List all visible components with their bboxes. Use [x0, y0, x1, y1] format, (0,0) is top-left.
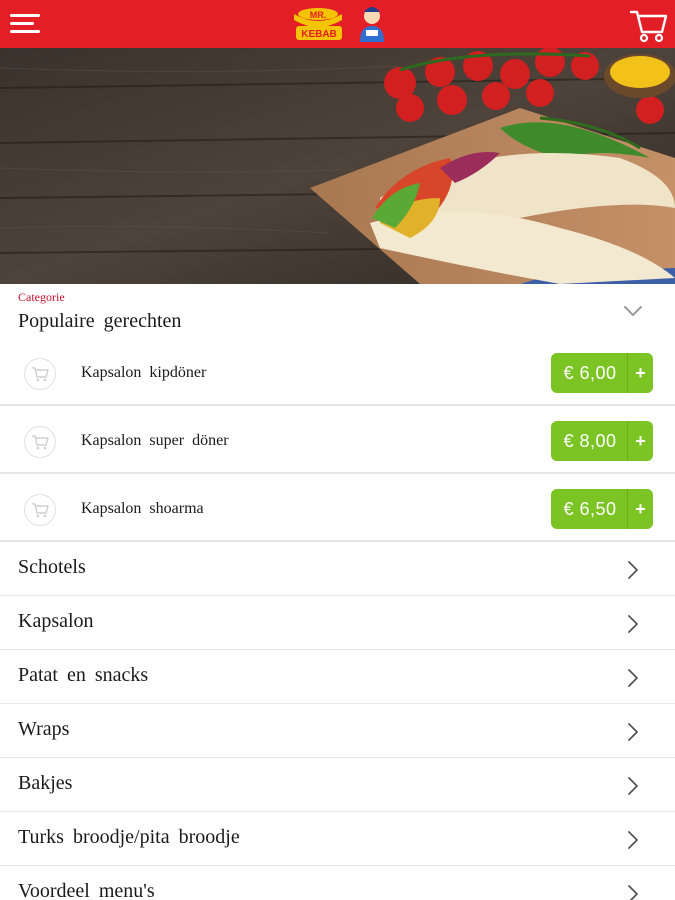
category-item-label: Voordeel menu's	[18, 880, 155, 900]
product-price: € 6,00	[563, 362, 617, 383]
category-item-label: Bakjes	[18, 772, 73, 794]
plus-icon: +	[627, 353, 653, 393]
product-price: € 6,50	[563, 498, 617, 519]
shopping-cart-icon[interactable]	[629, 6, 669, 44]
hamburger-menu-icon[interactable]	[10, 14, 42, 36]
product-row: Kapsalon shoarma € 6,50 +	[0, 476, 675, 542]
product-name: Kapsalon super döner	[81, 432, 229, 449]
category-item-label: Patat en snacks	[18, 664, 149, 686]
category-item-label: Schotels	[18, 556, 86, 578]
chevron-down-icon[interactable]	[623, 304, 643, 318]
chevron-right-icon	[628, 777, 638, 795]
plus-icon: +	[627, 421, 653, 461]
add-product-price-button[interactable]: € 8,00 +	[551, 421, 653, 461]
svg-text:MR.: MR.	[310, 10, 327, 20]
plus-icon: +	[627, 489, 653, 529]
product-row: Kapsalon kipdöner € 6,00 +	[0, 340, 675, 406]
category-item-label: Turks broodje/pita broodje	[18, 826, 240, 848]
add-to-cart-icon[interactable]	[24, 426, 56, 458]
app-header: MR. KEBAB	[0, 0, 675, 48]
mr-kebab-logo: MR. KEBAB	[294, 7, 384, 42]
chevron-right-icon	[628, 723, 638, 741]
product-price: € 8,00	[563, 430, 617, 451]
chevron-right-icon	[628, 669, 638, 687]
product-row: Kapsalon super döner € 8,00 +	[0, 408, 675, 474]
category-label: Categorie	[18, 290, 65, 304]
category-item-wraps[interactable]: Wraps	[0, 704, 675, 758]
product-name: Kapsalon shoarma	[81, 500, 204, 517]
chevron-right-icon	[628, 885, 638, 900]
chevron-right-icon	[628, 831, 638, 849]
popular-category-header[interactable]: Categorie Populaire gerechten	[0, 284, 675, 346]
category-item-label: Kapsalon	[18, 610, 94, 632]
chevron-right-icon	[628, 615, 638, 633]
hero-banner-image	[0, 48, 675, 284]
category-item-patat-en-snacks[interactable]: Patat en snacks	[0, 650, 675, 704]
product-name: Kapsalon kipdöner	[81, 364, 207, 381]
add-to-cart-icon[interactable]	[24, 494, 56, 526]
add-product-price-button[interactable]: € 6,50 +	[551, 489, 653, 529]
category-item-label: Wraps	[18, 718, 70, 740]
category-item-bakjes[interactable]: Bakjes	[0, 758, 675, 812]
category-title: Populaire gerechten	[18, 310, 182, 332]
svg-text:KEBAB: KEBAB	[301, 29, 337, 40]
chevron-right-icon	[628, 561, 638, 579]
category-item-turks-broodje[interactable]: Turks broodje/pita broodje	[0, 812, 675, 866]
category-item-schotels[interactable]: Schotels	[0, 542, 675, 596]
add-to-cart-icon[interactable]	[24, 358, 56, 390]
category-item-voordeel-menus[interactable]: Voordeel menu's	[0, 866, 675, 900]
category-item-kapsalon[interactable]: Kapsalon	[0, 596, 675, 650]
add-product-price-button[interactable]: € 6,00 +	[551, 353, 653, 393]
